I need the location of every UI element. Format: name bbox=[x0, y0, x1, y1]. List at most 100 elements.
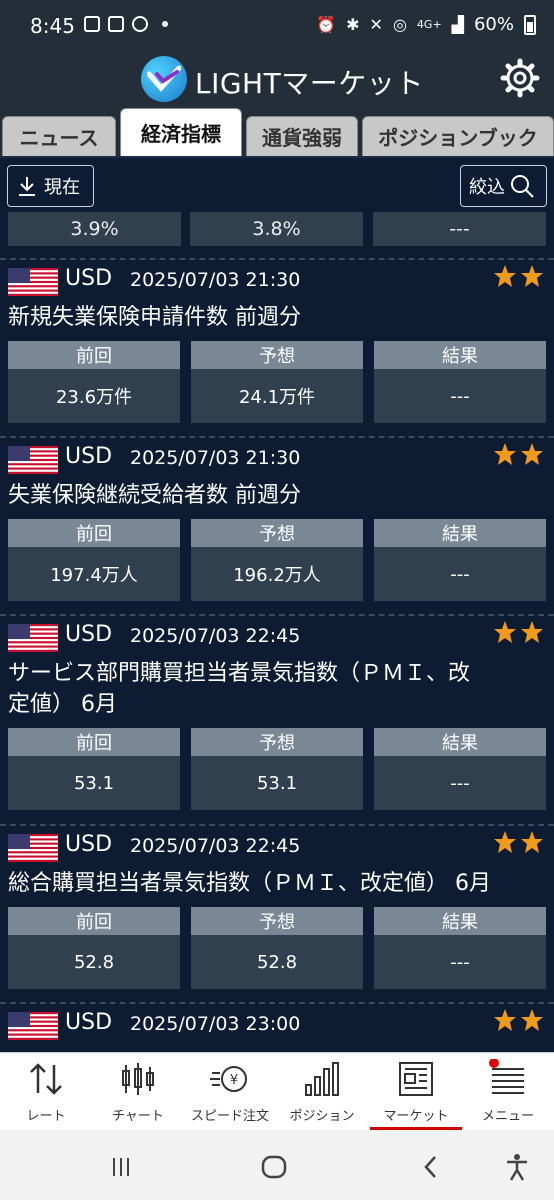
previous-header: 前回 bbox=[8, 728, 180, 756]
nav-position[interactable]: ポジション bbox=[276, 1053, 368, 1131]
forecast-value: 196.2万人 bbox=[191, 547, 363, 601]
tab-economic-indicators[interactable]: 経済指標 bbox=[120, 108, 242, 156]
importance-stars bbox=[493, 620, 544, 644]
menu-lines-icon bbox=[489, 1059, 524, 1094]
star-icon bbox=[521, 443, 543, 465]
previous-value: 53.1 bbox=[8, 756, 180, 810]
category-tabs: ニュース 経済指標 通貨強弱 ポジションブック bbox=[0, 108, 554, 156]
event-currency: USD bbox=[65, 622, 113, 647]
tab-news[interactable]: ニュース bbox=[2, 116, 116, 156]
event-item[interactable]: USD 2025/07/03 23:00 bbox=[0, 1002, 554, 1046]
partial-forecast-value: 3.8% bbox=[190, 212, 363, 246]
event-datetime: 2025/07/03 22:45 bbox=[130, 835, 301, 857]
app-notification-icon bbox=[108, 16, 124, 32]
previous-header: 前回 bbox=[8, 519, 180, 547]
partial-event-values: 3.9% 3.8% --- bbox=[0, 212, 554, 260]
previous-header: 前回 bbox=[8, 341, 180, 369]
back-icon[interactable] bbox=[416, 1152, 446, 1182]
event-currency: USD bbox=[65, 444, 113, 469]
search-icon bbox=[511, 175, 534, 198]
nav-rate[interactable]: レート bbox=[0, 1053, 92, 1131]
nav-label: レート bbox=[26, 1109, 66, 1124]
bluetooth-icon: ✱ bbox=[346, 15, 360, 34]
result-header: 結果 bbox=[374, 728, 546, 756]
arrows-updown-icon bbox=[30, 1063, 62, 1095]
us-flag-icon bbox=[8, 834, 58, 862]
event-title-line: 失業保険継続受給者数 前週分 bbox=[8, 483, 301, 508]
status-time: 8:45 bbox=[30, 14, 75, 38]
result-value: --- bbox=[374, 756, 546, 810]
result-header: 結果 bbox=[374, 341, 546, 369]
event-values-grid: 前回 53.1 予想 53.1 結果 --- bbox=[0, 728, 554, 818]
download-arrow-icon bbox=[19, 177, 35, 196]
bars-icon bbox=[305, 1062, 339, 1096]
battery-icon bbox=[524, 14, 536, 35]
network-type: 4G+ bbox=[416, 18, 442, 31]
nav-speed-order[interactable]: ¥ スピード注文 bbox=[184, 1053, 276, 1131]
us-flag-icon bbox=[8, 268, 58, 296]
home-icon[interactable] bbox=[259, 1152, 289, 1182]
importance-stars bbox=[493, 830, 544, 854]
event-currency: USD bbox=[65, 266, 113, 291]
result-value: --- bbox=[374, 369, 546, 423]
nav-chart[interactable]: チャート bbox=[92, 1053, 184, 1131]
settings-gear-icon[interactable] bbox=[500, 58, 540, 98]
event-item[interactable]: USD 2025/07/03 21:30 失業保険継続受給者数 前週分 前回 19… bbox=[0, 436, 554, 609]
app-logo-icon bbox=[141, 56, 187, 102]
forecast-value: 52.8 bbox=[191, 935, 363, 989]
forecast-header: 予想 bbox=[191, 519, 363, 547]
previous-value: 23.6万件 bbox=[8, 369, 180, 423]
nav-market[interactable]: マーケット bbox=[370, 1053, 462, 1131]
economic-indicator-list[interactable]: 3.9% 3.8% --- USD 2025/07/03 21:30 新規失業保… bbox=[0, 212, 554, 1052]
star-icon bbox=[494, 831, 516, 853]
forecast-header: 予想 bbox=[191, 341, 363, 369]
star-icon bbox=[521, 831, 543, 853]
nav-label: メニュー bbox=[481, 1109, 534, 1124]
event-item[interactable]: USD 2025/07/03 22:45 サービス部門購買担当者景気指数（ＰＭＩ… bbox=[0, 614, 554, 818]
bottom-navigation: レート チャート ¥ スピード注文 ポジション マーケット メニュー bbox=[0, 1052, 554, 1131]
event-datetime: 2025/07/03 22:45 bbox=[130, 625, 301, 647]
mute-icon: ✕ bbox=[369, 15, 383, 34]
status-notification-icons bbox=[84, 16, 168, 32]
event-item[interactable]: USD 2025/07/03 22:45 総合購買担当者景気指数（ＰＭＩ、改定値… bbox=[0, 824, 554, 997]
app-header: LIGHTマーケット bbox=[0, 52, 554, 108]
event-title: 新規失業保険申請件数 前週分 bbox=[0, 302, 554, 333]
event-title: 総合購買担当者景気指数（ＰＭＩ、改定値） 6月 bbox=[0, 868, 554, 899]
svg-text:¥: ¥ bbox=[230, 1073, 238, 1088]
event-datetime: 2025/07/03 23:00 bbox=[130, 1013, 301, 1035]
importance-stars bbox=[493, 442, 544, 466]
star-icon bbox=[494, 265, 516, 287]
accessibility-icon[interactable] bbox=[502, 1152, 532, 1182]
filter-button[interactable]: 絞込 bbox=[460, 165, 547, 207]
nav-menu[interactable]: メニュー bbox=[462, 1053, 554, 1131]
shield-notification-icon bbox=[132, 16, 148, 32]
event-values-grid: 前回 23.6万件 予想 24.1万件 結果 --- bbox=[0, 341, 554, 431]
hotspot-icon: ◎ bbox=[392, 15, 407, 34]
star-icon bbox=[521, 1009, 543, 1031]
battery-percent: 60% bbox=[473, 14, 514, 35]
event-title: 失業保険継続受給者数 前週分 bbox=[0, 480, 554, 511]
previous-value: 197.4万人 bbox=[8, 547, 180, 601]
nav-label: チャート bbox=[112, 1109, 164, 1124]
jump-to-now-button[interactable]: 現在 bbox=[7, 165, 94, 207]
status-system-icons: ⏰ ✱ ✕ ◎ 4G+ ▟ 60% bbox=[316, 14, 536, 35]
tab-currency-strength[interactable]: 通貨強弱 bbox=[246, 116, 358, 156]
forecast-header: 予想 bbox=[191, 907, 363, 935]
nav-label: スピード注文 bbox=[190, 1109, 269, 1124]
event-title: サービス部門購買担当者景気指数（ＰＭＩ、改 定値） 6月 bbox=[0, 658, 554, 720]
signal-icon: ▟ bbox=[451, 15, 464, 34]
star-icon bbox=[521, 621, 543, 643]
us-flag-icon bbox=[8, 446, 58, 474]
result-header: 結果 bbox=[374, 519, 546, 547]
tab-position-book[interactable]: ポジションブック bbox=[362, 116, 554, 156]
event-title-line: 新規失業保険申請件数 前週分 bbox=[8, 305, 301, 330]
event-title-line: 総合購買担当者景気指数（ＰＭＩ、改定値） 6月 bbox=[8, 871, 491, 896]
recent-apps-icon[interactable] bbox=[106, 1152, 136, 1182]
yen-speed-icon: ¥ bbox=[210, 1066, 247, 1092]
event-item[interactable]: USD 2025/07/03 21:30 新規失業保険申請件数 前週分 前回 23… bbox=[0, 258, 554, 431]
result-value: --- bbox=[374, 547, 546, 601]
list-toolbar: 現在 絞込 bbox=[0, 156, 554, 212]
us-flag-icon bbox=[8, 1012, 58, 1040]
event-values-grid: 前回 52.8 予想 52.8 結果 --- bbox=[0, 907, 554, 997]
nav-label: マーケット bbox=[383, 1109, 449, 1124]
